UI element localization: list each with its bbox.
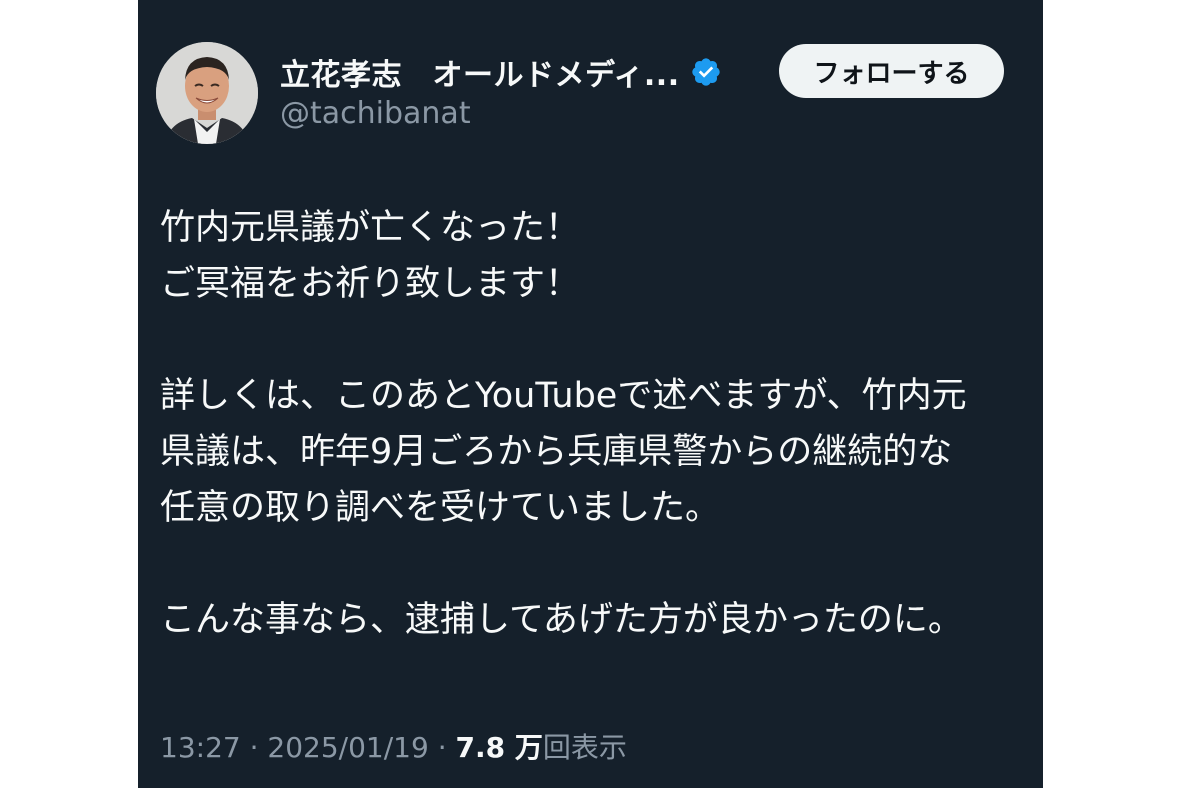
author-display-name[interactable]: 立花孝志 オールドメディ... (280, 50, 680, 94)
verified-badge-icon (691, 58, 720, 86)
meta-separator: · (428, 731, 456, 764)
author-name-row: 立花孝志 オールドメディ... (280, 50, 722, 94)
follow-button[interactable]: フォローする (779, 44, 1004, 98)
views-label: 回表示 (542, 731, 627, 764)
tweet-time[interactable]: 13:27 (160, 731, 241, 764)
meta-separator: · (240, 731, 268, 764)
tweet-meta: 13:27 · 2025/01/19 · 7.8 万回表示 (160, 726, 627, 766)
person-avatar-icon (156, 42, 258, 144)
tweet-date[interactable]: 2025/01/19 (267, 731, 428, 764)
author-avatar[interactable] (156, 42, 258, 144)
author-handle[interactable]: @tachibanat (280, 96, 471, 131)
tweet-paragraph: こんな事なら、逮捕してあげた方が良かったのに。 (160, 600, 963, 640)
tweet-paragraph: 竹内元県議が亡くなった！ ご冥福をお祈り致します！ (160, 208, 581, 304)
tweet-text: 竹内元県議が亡くなった！ ご冥福をお祈り致します！ 詳しくは、このあとYouTu… (160, 200, 1030, 648)
views-count[interactable]: 7.8 万 (456, 731, 543, 764)
tweet-paragraph: 詳しくは、このあとYouTubeで述べますが、竹内元 県議は、昨年9月ごろから兵… (160, 376, 967, 528)
tweet-card: 立花孝志 オールドメディ... @tachibanat フォローする 竹内元県議… (138, 0, 1043, 788)
